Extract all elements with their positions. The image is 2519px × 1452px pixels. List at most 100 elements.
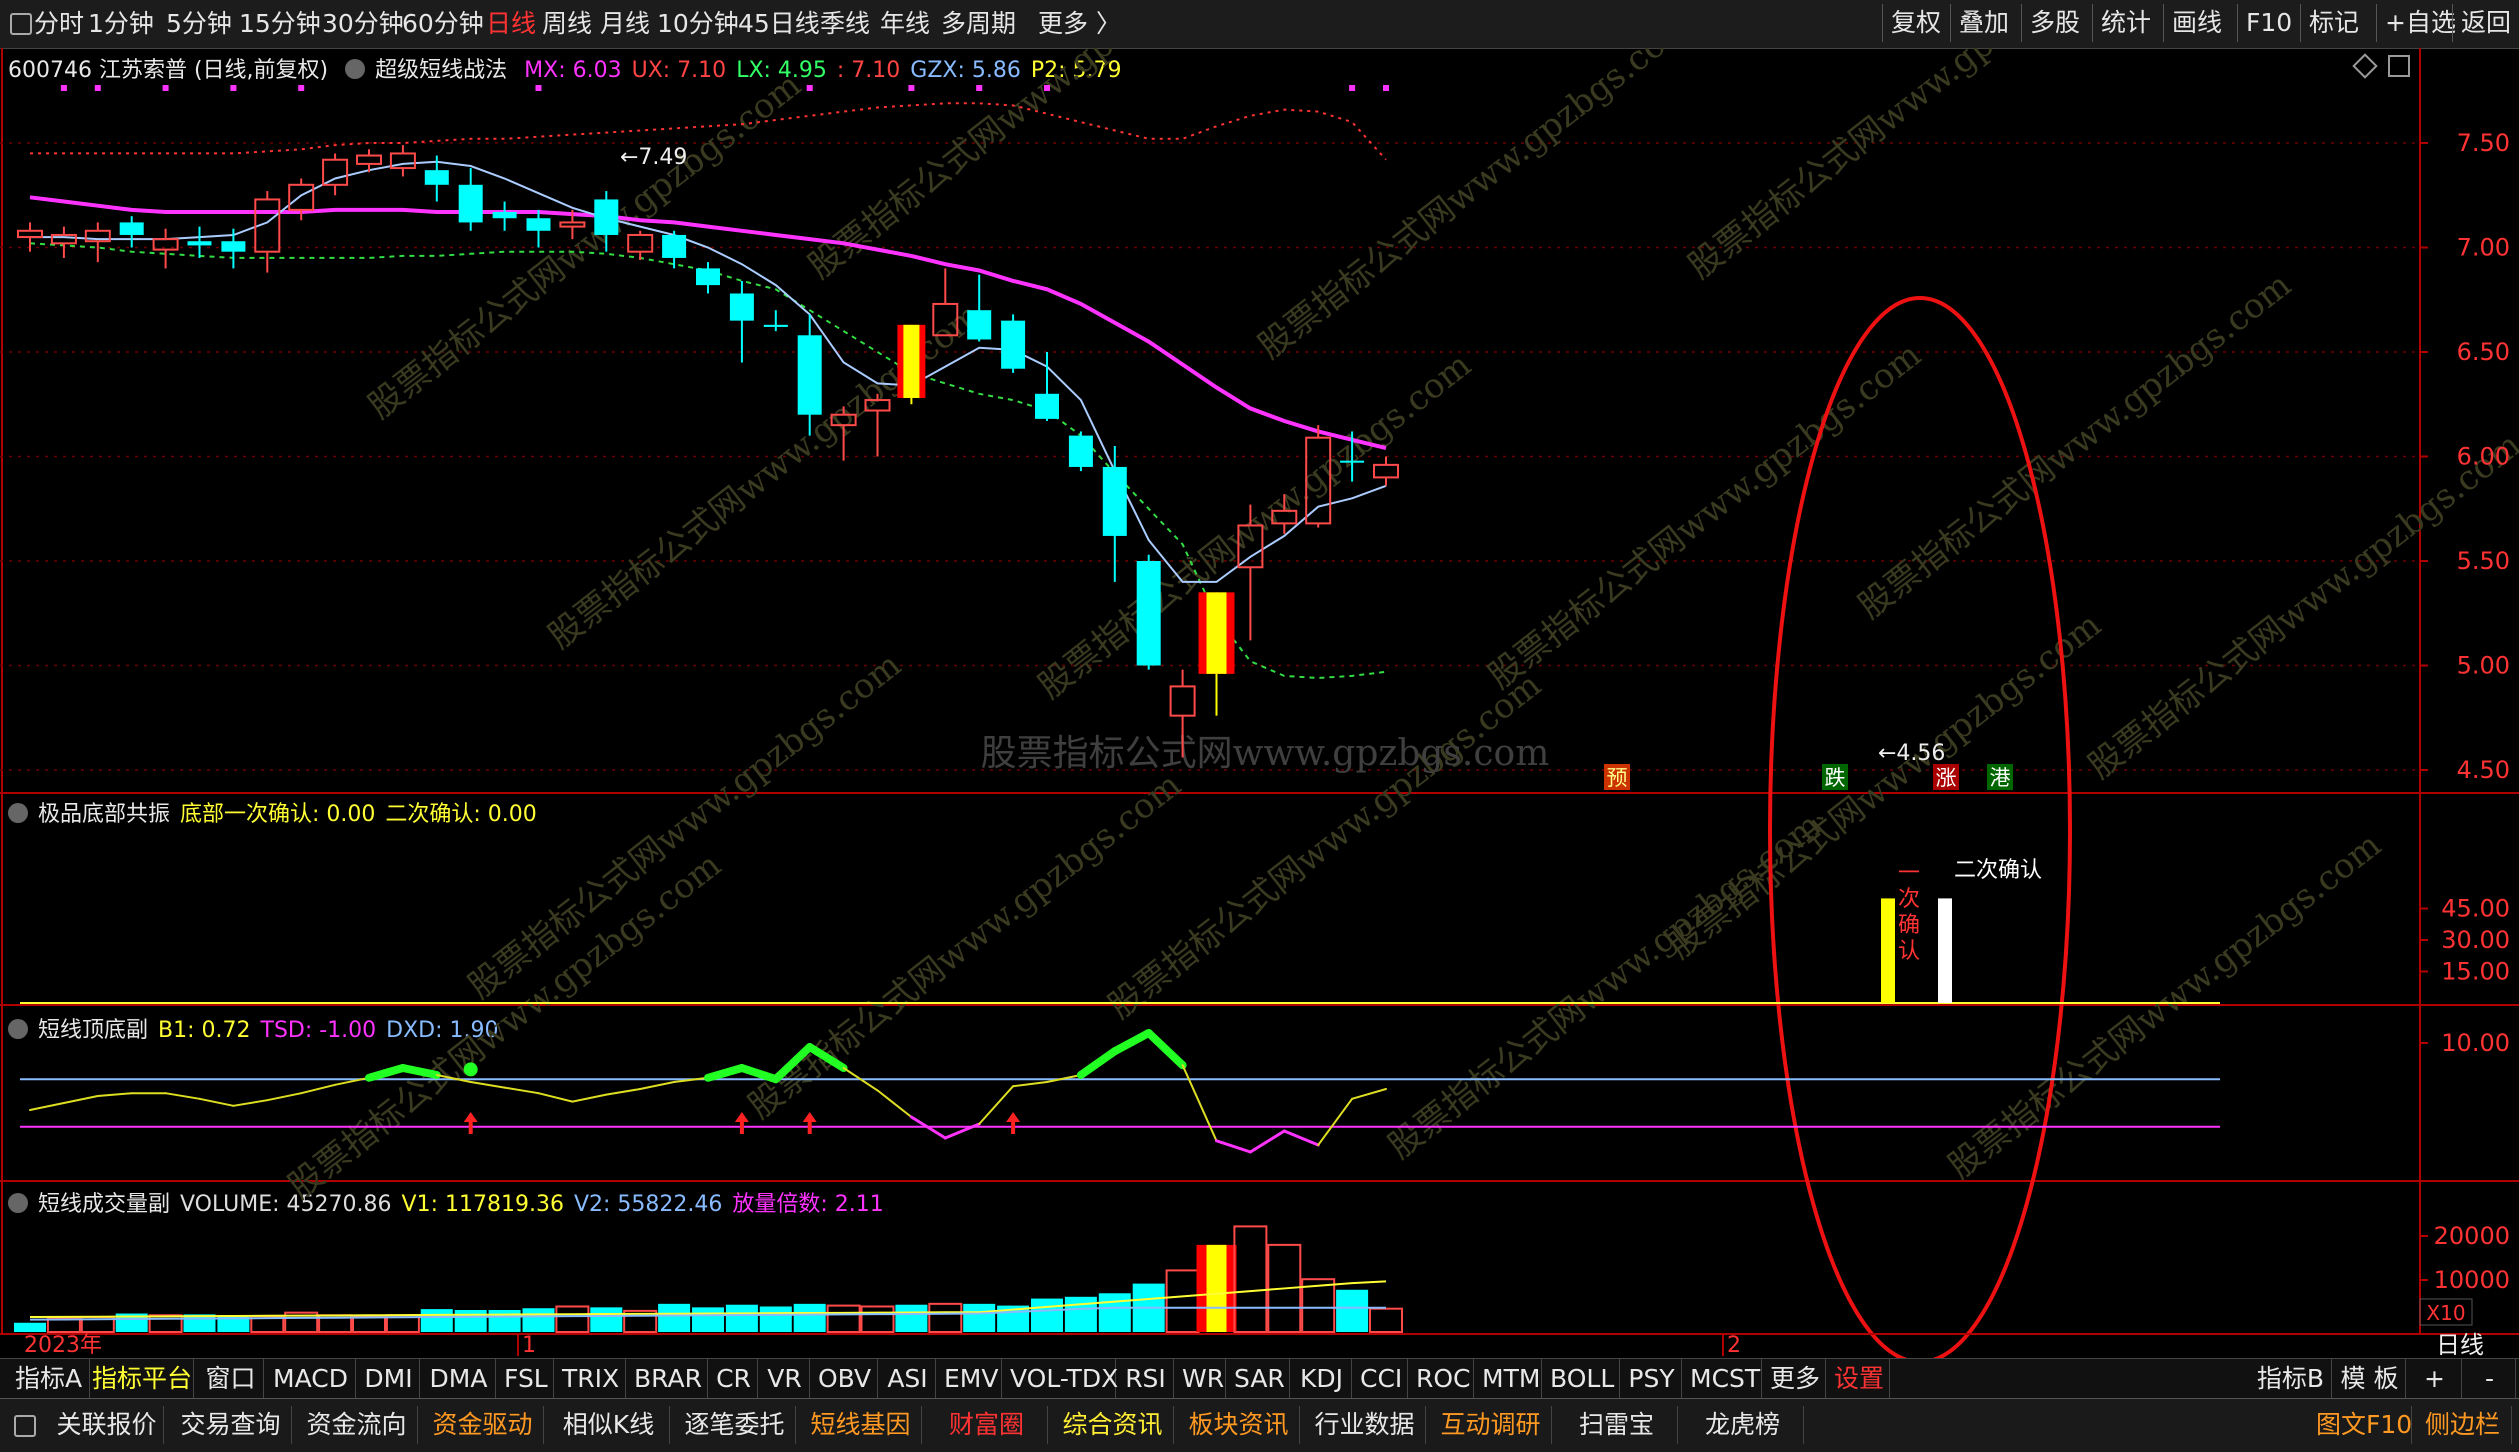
toolbar-button-2[interactable]: 多股 bbox=[2021, 4, 2088, 42]
volume-up-bar bbox=[826, 1304, 861, 1333]
bottom-button-11[interactable]: 互动调研 bbox=[1430, 1406, 1552, 1444]
signal-badge-label: 涨 bbox=[1936, 766, 1957, 790]
candle-down-body bbox=[696, 268, 720, 286]
candle-down-body bbox=[662, 234, 687, 258]
indicator-tab-16[interactable]: WR bbox=[1176, 1359, 1226, 1399]
indicator-tab-24[interactable]: MCST bbox=[1684, 1359, 1762, 1399]
toolbar-button-6[interactable]: 标记 bbox=[2300, 4, 2367, 42]
watermark-text: 股票指标公式网www.gpzbgs.com bbox=[741, 765, 1189, 1127]
signal-badge-label: 预 bbox=[1607, 766, 1628, 790]
period-tab-0[interactable]: 分时 bbox=[34, 0, 84, 48]
indicator-tab-19[interactable]: CCI bbox=[1354, 1359, 1408, 1399]
b1-line-segment bbox=[1215, 1139, 1252, 1154]
indicator-tab-1[interactable]: 指标平台 bbox=[86, 1359, 194, 1399]
indicator-tab-18[interactable]: KDJ bbox=[1292, 1359, 1352, 1399]
toolbar-button-4[interactable]: 画线 bbox=[2163, 4, 2230, 42]
candle-down-body bbox=[967, 310, 992, 340]
volume-down-bar bbox=[454, 1310, 487, 1332]
period-tab-11[interactable]: 季线 bbox=[820, 0, 870, 48]
period-tab-3[interactable]: 15分钟 bbox=[239, 0, 321, 48]
toolbar-button-7[interactable]: +自选 bbox=[2376, 4, 2464, 42]
bottom-button-4[interactable]: 相似K线 bbox=[548, 1406, 670, 1444]
indicator-tab-26[interactable]: 设置 bbox=[1828, 1359, 1890, 1399]
period-tab-2[interactable]: 5分钟 bbox=[166, 0, 232, 48]
bottom-button-9[interactable]: 板块资讯 bbox=[1178, 1406, 1300, 1444]
indicator-tab-7[interactable]: TRIX bbox=[556, 1359, 626, 1399]
toolbar-button-3[interactable]: 统计 bbox=[2092, 4, 2159, 42]
toolbar-button-0[interactable]: 复权 bbox=[1882, 4, 1949, 42]
candle-up-body bbox=[322, 158, 349, 186]
b1-line-segment bbox=[164, 1092, 201, 1100]
period-tab-8[interactable]: 月线 bbox=[600, 0, 650, 48]
bottom-button-2[interactable]: 资金流向 bbox=[296, 1406, 418, 1444]
candle-signal-core bbox=[903, 324, 920, 398]
indicator-tab-2[interactable]: 窗口 bbox=[198, 1359, 264, 1399]
indicator-tab-6[interactable]: FSL bbox=[498, 1359, 554, 1399]
indicator-tab-15[interactable]: RSI bbox=[1118, 1359, 1174, 1399]
chart-area[interactable]: 股票指标公式网www.gpzbgs.com股票指标公式网www.gpzbgs.c… bbox=[0, 48, 2519, 1358]
volume-down-bar bbox=[692, 1307, 724, 1332]
candle-down-body bbox=[424, 170, 449, 185]
period-tab-1[interactable]: 1分钟 bbox=[88, 0, 154, 48]
toolbar-button-5[interactable]: F10 bbox=[2237, 4, 2300, 42]
bottom-button-5[interactable]: 逐笔委托 bbox=[674, 1406, 796, 1444]
bottom-button-3[interactable]: 资金驱动 bbox=[422, 1406, 544, 1444]
period-tab-10[interactable]: 45日线 bbox=[738, 0, 820, 48]
candle-up-body bbox=[627, 233, 654, 253]
bottom-button-8[interactable]: 综合资讯 bbox=[1052, 1406, 1174, 1444]
indicator-tab-10[interactable]: VR bbox=[760, 1359, 810, 1399]
indicator-tab-20[interactable]: ROC bbox=[1410, 1359, 1474, 1399]
volume-down-bar bbox=[1098, 1293, 1131, 1332]
indicator-tab-0[interactable]: 指标A bbox=[8, 1359, 90, 1399]
bottom-button-10[interactable]: 行业数据 bbox=[1304, 1406, 1426, 1444]
b1-line-segment bbox=[1181, 1064, 1218, 1142]
indicator-tab-3[interactable]: MACD bbox=[266, 1359, 356, 1399]
candle-up-body bbox=[17, 229, 43, 239]
bottom-menu-icon[interactable] bbox=[14, 1415, 36, 1437]
toolbar-button-8[interactable]: 返回 bbox=[2452, 4, 2519, 42]
period-tab-7[interactable]: 周线 bbox=[542, 0, 592, 48]
period-tab-4[interactable]: 30分钟 bbox=[322, 0, 404, 48]
b1-line-segment bbox=[29, 1102, 65, 1111]
indicator-tab-22[interactable]: BOLL bbox=[1544, 1359, 1620, 1399]
indicator-tab-21[interactable]: MTM bbox=[1476, 1359, 1542, 1399]
indicator-tab-29[interactable]: + bbox=[2408, 1359, 2462, 1399]
candle-down-body bbox=[526, 218, 551, 231]
bottom-button-6[interactable]: 短线基因 bbox=[800, 1406, 922, 1444]
first-confirm-bar bbox=[1881, 898, 1895, 1003]
signal-dot bbox=[806, 85, 813, 91]
indicator-tab-28[interactable]: 模 板 bbox=[2334, 1359, 2406, 1399]
indicator-tab-25[interactable]: 更多 bbox=[1764, 1359, 1826, 1399]
window-menu-icon[interactable] bbox=[10, 13, 32, 35]
bottom-button-15[interactable]: 侧边栏 bbox=[2414, 1406, 2512, 1444]
indicator-tab-4[interactable]: DMI bbox=[358, 1359, 420, 1399]
period-tab-6[interactable]: 日线 bbox=[486, 0, 536, 48]
period-tab-5[interactable]: 60分钟 bbox=[402, 0, 484, 48]
indicator-tab-30[interactable]: - bbox=[2464, 1359, 2516, 1399]
bottom-button-7[interactable]: 财富圈 bbox=[926, 1406, 1048, 1444]
bottom-button-14[interactable]: 图文F10 bbox=[2316, 1406, 2412, 1444]
period-tab-14[interactable]: 更多 〉 bbox=[1038, 0, 1121, 48]
indicator-tab-11[interactable]: OBV bbox=[812, 1359, 878, 1399]
indicator-tab-12[interactable]: ASI bbox=[880, 1359, 936, 1399]
indicator-tab-9[interactable]: CR bbox=[710, 1359, 758, 1399]
indicator-tab-27[interactable]: 指标B bbox=[2250, 1359, 2332, 1399]
indicator-tab-5[interactable]: DMA bbox=[422, 1359, 496, 1399]
period-tab-13[interactable]: 多周期 bbox=[941, 0, 1016, 48]
period-tab-9[interactable]: 10分钟 bbox=[657, 0, 739, 48]
bottom-button-0[interactable]: 关联报价 bbox=[50, 1406, 164, 1444]
price-axis-label: 5.50 bbox=[2457, 547, 2510, 575]
bottom-button-1[interactable]: 交易查询 bbox=[170, 1406, 292, 1444]
toolbar-button-1[interactable]: 叠加 bbox=[1950, 4, 2017, 42]
b1-line-segment bbox=[365, 1064, 407, 1082]
indicator-tab-23[interactable]: PSY bbox=[1622, 1359, 1682, 1399]
indicator-tab-8[interactable]: BRAR bbox=[628, 1359, 708, 1399]
indicator-tab-17[interactable]: SAR bbox=[1228, 1359, 1290, 1399]
b1-line-segment bbox=[1282, 1129, 1320, 1147]
indicator-tab-13[interactable]: EMV bbox=[938, 1359, 1002, 1399]
bottom-button-12[interactable]: 扫雷宝 bbox=[1556, 1406, 1678, 1444]
candle-signal-core bbox=[1206, 592, 1227, 674]
period-tab-12[interactable]: 年线 bbox=[880, 0, 930, 48]
indicator-tab-14[interactable]: VOL-TDX bbox=[1004, 1359, 1118, 1399]
bottom-button-13[interactable]: 龙虎榜 bbox=[1682, 1406, 1804, 1444]
